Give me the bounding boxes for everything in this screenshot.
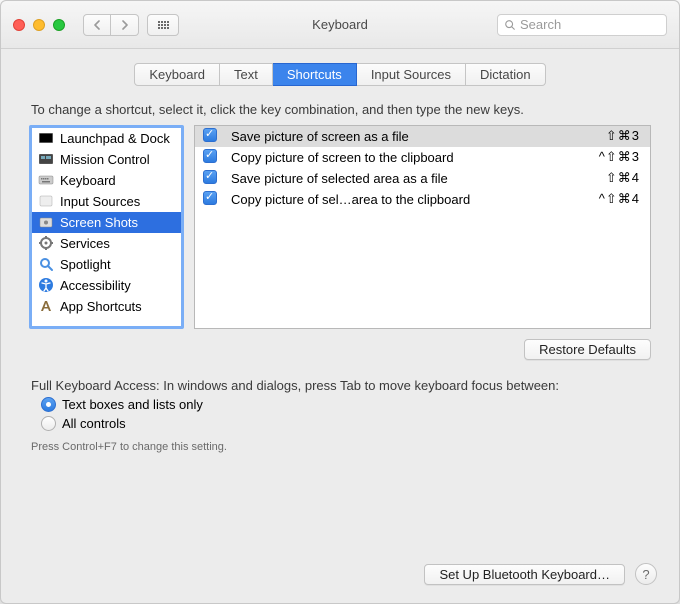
shortcut-label: Copy picture of sel…area to the clipboar… [231, 192, 599, 207]
shortcut-row[interactable]: Copy picture of screen to the clipboard^… [195, 147, 650, 168]
shortcut-checkbox[interactable] [203, 170, 219, 186]
radio-label: Text boxes and lists only [62, 397, 203, 412]
sidebar-item-app-shortcuts[interactable]: App Shortcuts [32, 296, 181, 317]
help-button[interactable]: ? [635, 563, 657, 585]
forward-button[interactable] [111, 14, 139, 36]
shortcut-row[interactable]: Copy picture of sel…area to the clipboar… [195, 189, 650, 210]
launchpad-icon [38, 130, 54, 146]
sidebar-item-label: Accessibility [60, 278, 131, 293]
shortcut-keys[interactable]: ⇧⌘3 [606, 128, 640, 144]
sidebar-item-launchpad-dock[interactable]: Launchpad & Dock [32, 128, 181, 149]
services-icon [38, 235, 54, 251]
f7-hint: Press Control+F7 to change this setting. [1, 433, 679, 461]
tab-text[interactable]: Text [220, 63, 273, 86]
accessibility-icon [38, 277, 54, 293]
shortcut-row[interactable]: Save picture of screen as a file⇧⌘3 [195, 126, 650, 147]
tab-shortcuts[interactable]: Shortcuts [273, 63, 357, 86]
sidebar-item-label: Services [60, 236, 110, 251]
shortcut-checkbox[interactable] [203, 128, 219, 144]
sidebar-item-screen-shots[interactable]: Screen Shots [32, 212, 181, 233]
sidebar-item-accessibility[interactable]: Accessibility [32, 275, 181, 296]
search-input[interactable]: Search [497, 14, 667, 36]
sidebar-item-label: Mission Control [60, 152, 150, 167]
full-keyboard-access-label: Full Keyboard Access: In windows and dia… [1, 360, 679, 395]
tab-bar: KeyboardTextShortcutsInput SourcesDictat… [1, 49, 679, 92]
chevron-right-icon [121, 20, 129, 30]
sidebar-item-label: Input Sources [60, 194, 140, 209]
screenshot-icon [38, 214, 54, 230]
bluetooth-keyboard-button[interactable]: Set Up Bluetooth Keyboard… [424, 564, 625, 585]
sidebar-item-label: Spotlight [60, 257, 111, 272]
shortcut-label: Save picture of screen as a file [231, 129, 606, 144]
sidebar-item-input-sources[interactable]: Input Sources [32, 191, 181, 212]
sidebar-item-label: Launchpad & Dock [60, 131, 170, 146]
tab-keyboard[interactable]: Keyboard [134, 63, 220, 86]
minimize-icon[interactable] [33, 19, 45, 31]
content-split: Launchpad & Dock Mission Control Keyboard I… [1, 125, 679, 329]
shortcut-keys[interactable]: ⇧⌘4 [606, 170, 640, 186]
category-list[interactable]: Launchpad & Dock Mission Control Keyboard I… [29, 125, 184, 329]
sidebar-item-label: Screen Shots [60, 215, 138, 230]
app-icon [38, 298, 54, 314]
grid-icon [158, 21, 169, 29]
sidebar-item-spotlight[interactable]: Spotlight [32, 254, 181, 275]
nav-buttons [83, 14, 139, 36]
show-all-button[interactable] [147, 14, 179, 36]
spotlight-icon [38, 256, 54, 272]
instruction-text: To change a shortcut, select it, click t… [1, 92, 679, 125]
radio-icon[interactable] [41, 416, 56, 431]
sidebar-item-services[interactable]: Services [32, 233, 181, 254]
full-keyboard-access-options: Text boxes and lists only All controls [1, 395, 679, 433]
tab-dictation[interactable]: Dictation [466, 63, 546, 86]
shortcut-keys[interactable]: ^⇧⌘4 [599, 191, 640, 207]
input-icon [38, 193, 54, 209]
chevron-left-icon [93, 20, 101, 30]
zoom-icon[interactable] [53, 19, 65, 31]
restore-defaults-button[interactable]: Restore Defaults [524, 339, 651, 360]
close-icon[interactable] [13, 19, 25, 31]
window-title: Keyboard [312, 17, 368, 32]
back-button[interactable] [83, 14, 111, 36]
shortcut-checkbox[interactable] [203, 149, 219, 165]
kb-access-option[interactable]: Text boxes and lists only [1, 395, 679, 414]
kb-access-option[interactable]: All controls [1, 414, 679, 433]
shortcut-list[interactable]: Save picture of screen as a file⇧⌘3Copy … [194, 125, 651, 329]
shortcut-keys[interactable]: ^⇧⌘3 [599, 149, 640, 165]
sidebar-item-mission-control[interactable]: Mission Control [32, 149, 181, 170]
shortcut-row[interactable]: Save picture of selected area as a file⇧… [195, 168, 650, 189]
sidebar-item-label: Keyboard [60, 173, 116, 188]
window-controls [13, 19, 65, 31]
radio-label: All controls [62, 416, 126, 431]
search-placeholder: Search [520, 17, 561, 32]
prefs-window: Keyboard Search KeyboardTextShortcutsInp… [0, 0, 680, 604]
footer: Set Up Bluetooth Keyboard… ? [1, 549, 679, 603]
keyboard-icon [38, 172, 54, 188]
tab-input-sources[interactable]: Input Sources [357, 63, 466, 86]
sidebar-item-keyboard[interactable]: Keyboard [32, 170, 181, 191]
search-icon [504, 19, 516, 31]
radio-icon[interactable] [41, 397, 56, 412]
shortcut-label: Copy picture of screen to the clipboard [231, 150, 599, 165]
shortcut-checkbox[interactable] [203, 191, 219, 207]
mission-icon [38, 151, 54, 167]
titlebar: Keyboard Search [1, 1, 679, 49]
sidebar-item-label: App Shortcuts [60, 299, 142, 314]
shortcut-label: Save picture of selected area as a file [231, 171, 606, 186]
